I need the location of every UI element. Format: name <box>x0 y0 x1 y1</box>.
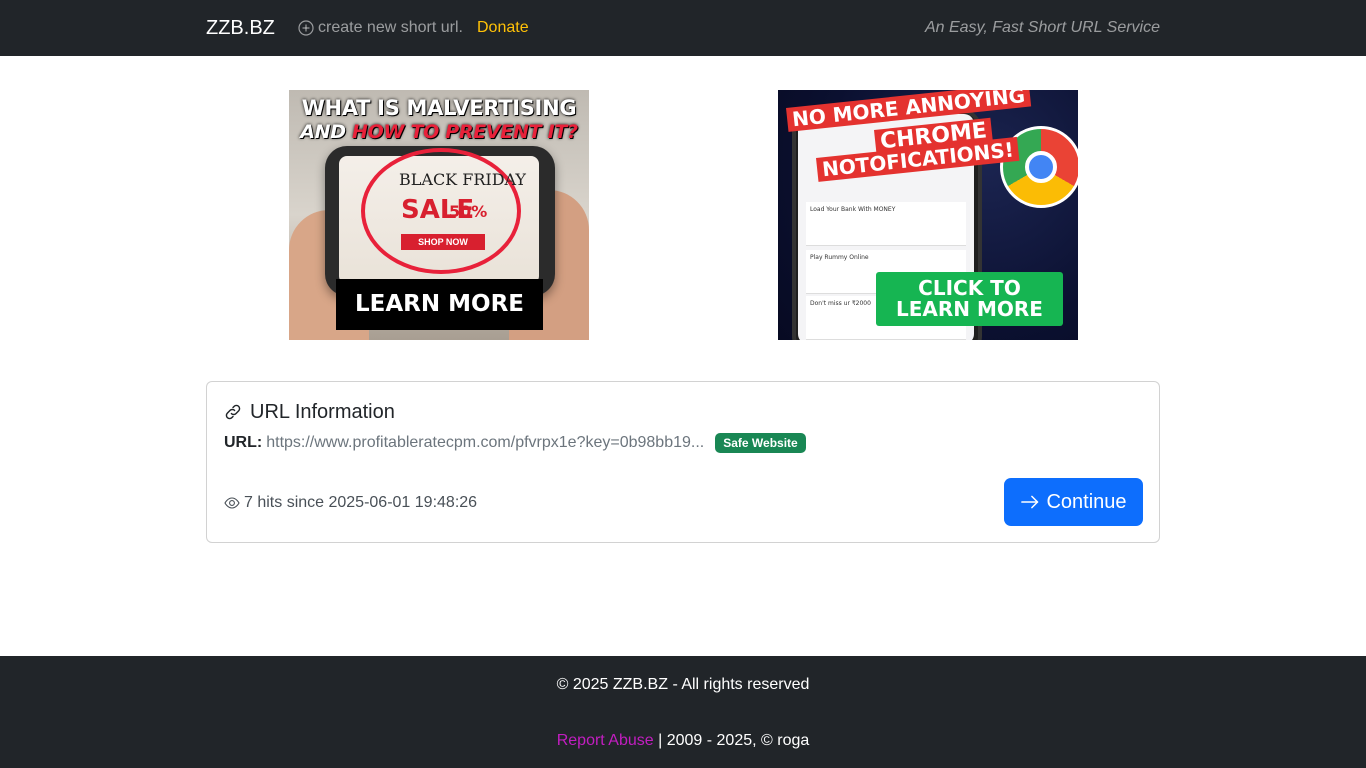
continue-button[interactable]: Continue <box>1004 478 1143 526</box>
ad-headline-line2: AND HOW TO PREVENT IT? <box>289 121 589 143</box>
footer-links: Report Abuse | 2009 - 2025, © roga <box>0 731 1366 750</box>
link-icon <box>225 404 241 420</box>
ad-banner-malvertising[interactable]: BLACK FRIDAY SALE 50% SHOP NOW WHAT IS M… <box>289 90 589 340</box>
footer-copyright: © 2025 ZZB.BZ - All rights reserved <box>556 676 810 693</box>
safe-website-badge: Safe Website <box>715 433 806 453</box>
card-title: URL Information <box>224 400 395 424</box>
ad-headline-and: AND <box>300 121 346 143</box>
ad-headline-highlight: HOW TO PREVENT IT? <box>352 121 578 143</box>
ad-banner-chrome-notifications[interactable]: Load Your Bank With MONEY Play Rummy Onl… <box>778 90 1078 340</box>
plus-circle-icon <box>298 19 314 36</box>
ad-cta-line2: LEARN MORE <box>896 297 1043 321</box>
chrome-logo-center <box>1025 151 1057 183</box>
ad-cta-line1: CLICK TO <box>918 276 1021 300</box>
ad-learn-more-button[interactable]: LEARN MORE <box>336 279 543 330</box>
report-abuse-link[interactable]: Report Abuse <box>557 732 654 749</box>
arrow-right-icon <box>1021 495 1039 509</box>
create-short-url-link[interactable]: create new short url. <box>298 18 463 37</box>
ad-black-friday-text: BLACK FRIDAY <box>399 170 526 189</box>
card-title-text: URL Information <box>250 401 395 423</box>
top-navbar: ZZB.BZ create new short url. Donate An E… <box>0 0 1366 56</box>
ad-click-to-learn-more-button[interactable]: CLICK TO LEARN MORE <box>876 272 1063 326</box>
url-label: URL: <box>224 434 263 451</box>
eye-icon <box>224 496 240 509</box>
hits-info: 7 hits since 2025-06-01 19:48:26 <box>224 493 477 512</box>
footer: © 2025 ZZB.BZ - All rights reserved Repo… <box>0 656 1366 768</box>
hits-text: 7 hits since 2025-06-01 19:48:26 <box>244 494 478 511</box>
continue-label: Continue <box>1046 490 1127 513</box>
footer-years-text: | 2009 - 2025, © roga <box>653 732 810 749</box>
donate-link[interactable]: Donate <box>477 18 529 37</box>
ad-shop-now: SHOP NOW <box>401 234 485 250</box>
ad-headline-line1: WHAT IS MALVERTISING <box>301 96 577 120</box>
url-row: URL: https://www.profitableratecpm.com/p… <box>224 433 806 453</box>
create-short-url-label: create new short url. <box>318 19 463 36</box>
ad-sale-percent: 50% <box>449 202 488 221</box>
brand-link[interactable]: ZZB.BZ <box>206 16 275 40</box>
ad-notification-1: Load Your Bank With MONEY <box>806 202 966 246</box>
url-information-card: URL Information URL: https://www.profita… <box>206 381 1160 543</box>
site-tagline: An Easy, Fast Short URL Service <box>924 19 1160 36</box>
destination-url-link[interactable]: https://www.profitableratecpm.com/pfvrpx… <box>266 433 704 453</box>
